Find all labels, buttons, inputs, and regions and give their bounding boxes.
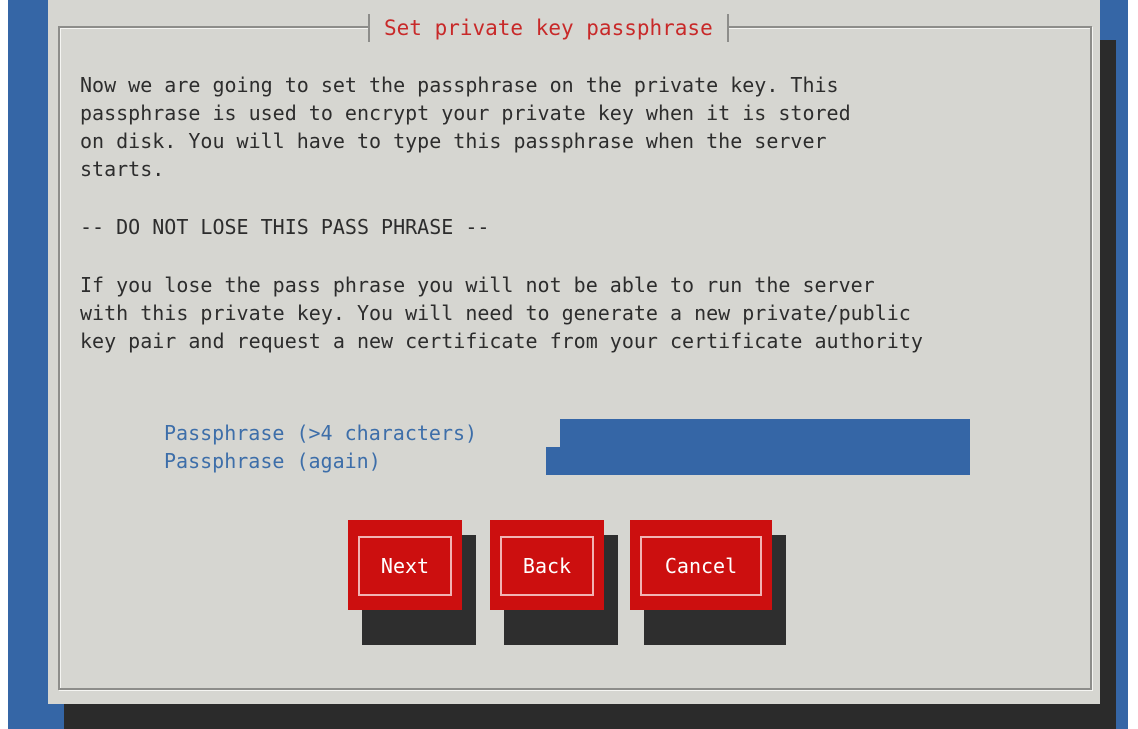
consequence-line-1: If you lose the pass phrase you will not… [80,273,875,297]
intro-line-3: on disk. You will have to type this pass… [80,129,827,153]
back-button[interactable]: Back [490,520,604,610]
intro-line-4: starts. [80,157,165,181]
cancel-button-label: Cancel [640,536,762,596]
back-button-label: Back [500,536,594,596]
passphrase-dialog: Set private key passphrase Now we are go… [48,0,1100,704]
passphrase-again-label: Passphrase (again) [164,449,381,473]
passphrase-label: Passphrase (>4 characters) [164,421,478,445]
dialog-title: Set private key passphrase [368,14,729,42]
next-button[interactable]: Next [348,520,462,610]
consequence-line-2: with this private key. You will need to … [80,301,911,325]
cancel-button[interactable]: Cancel [630,520,772,610]
passphrase-field[interactable] [560,419,970,447]
passphrase-again-field[interactable] [546,447,970,475]
warning-text: -- DO NOT LOSE THIS PASS PHRASE -- [80,215,490,239]
consequence-line-3: key pair and request a new certificate f… [80,329,923,353]
intro-line-2: passphrase is used to encrypt your priva… [80,101,851,125]
next-button-label: Next [358,536,452,596]
intro-line-1: Now we are going to set the passphrase o… [80,73,839,97]
